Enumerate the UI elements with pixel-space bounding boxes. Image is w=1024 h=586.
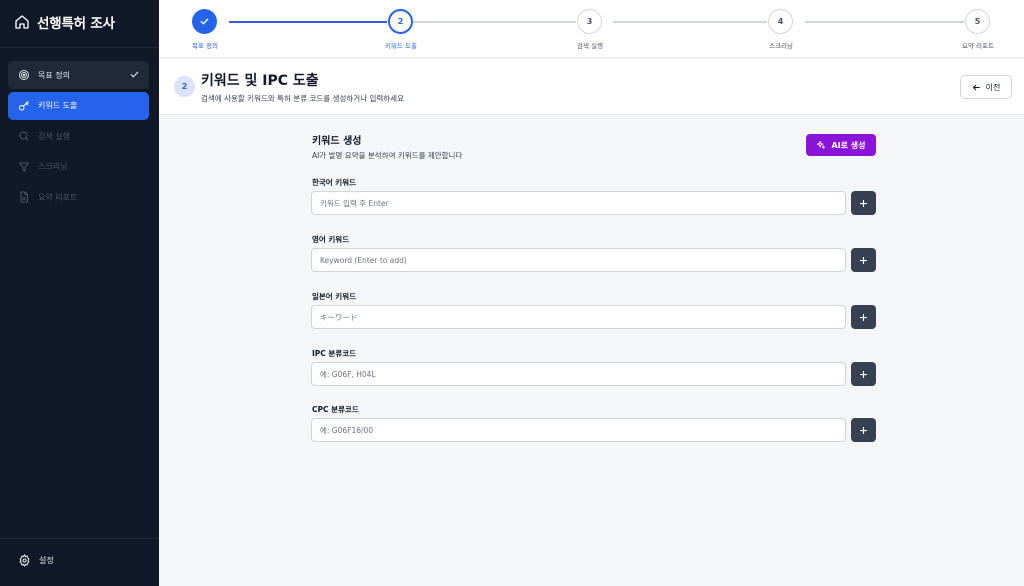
sidebar-item-label: 스크리닝 bbox=[38, 162, 68, 171]
back-button[interactable]: 이전 bbox=[960, 75, 1012, 99]
filter-icon bbox=[19, 162, 29, 171]
sidebar-item-label: 검색 실행 bbox=[38, 131, 70, 141]
sidebar-divider bbox=[0, 47, 159, 48]
sidebar: 선행특허 조사 목표 정의 키워드 도출 검색 실행 스크리닝 요약 리포트 설… bbox=[0, 0, 159, 586]
page-title: 키워드 및 IPC 도출 bbox=[201, 73, 319, 89]
check-icon bbox=[200, 18, 209, 25]
target-icon bbox=[19, 70, 29, 80]
step-3-circle[interactable]: 3 bbox=[577, 9, 602, 34]
field-label: IPC 분류코드 bbox=[312, 349, 357, 358]
step-number-badge: 2 bbox=[174, 76, 195, 97]
field-label: CPC 분류코드 bbox=[312, 405, 359, 414]
step-2-label: 키워드 도출 bbox=[385, 42, 417, 50]
cpc-code-input[interactable] bbox=[311, 418, 846, 442]
field-label: 영어 키워드 bbox=[312, 235, 350, 244]
progress-stepper: 2 3 4 5 목표 정의 키워드 도출 검색 실행 스크리닝 요약 리포트 bbox=[159, 0, 1024, 58]
step-5-circle[interactable]: 5 bbox=[965, 9, 990, 34]
step-1-label: 목표 정의 bbox=[192, 42, 218, 50]
sidebar-item-goal[interactable]: 목표 정의 bbox=[8, 61, 149, 89]
sidebar-item-search[interactable]: 검색 실행 bbox=[8, 122, 149, 150]
arrow-left-icon bbox=[972, 84, 980, 90]
sidebar-item-report[interactable]: 요약 리포트 bbox=[8, 183, 149, 211]
plus-icon bbox=[859, 370, 868, 378]
step-connector bbox=[229, 21, 387, 23]
step-3-label: 검색 실행 bbox=[577, 42, 603, 50]
sidebar-item-label: 키워드 도출 bbox=[38, 101, 78, 110]
settings-button[interactable]: 설정 bbox=[18, 554, 54, 567]
add-cpc-code-button[interactable] bbox=[851, 418, 876, 442]
add-japanese-keyword-button[interactable] bbox=[851, 305, 876, 329]
search-icon bbox=[19, 131, 29, 141]
add-korean-keyword-button[interactable] bbox=[851, 191, 876, 215]
document-icon bbox=[20, 191, 28, 203]
step-connector bbox=[805, 21, 964, 23]
step-connector bbox=[413, 21, 576, 23]
ipc-code-input[interactable] bbox=[311, 362, 846, 386]
add-ipc-code-button[interactable] bbox=[851, 362, 876, 386]
page-subtitle: 검색에 사용할 키워드와 특허 분류 코드를 생성하거나 입력하세요 bbox=[201, 94, 404, 103]
brand[interactable]: 선행특허 조사 bbox=[14, 12, 115, 32]
form-title: 키워드 생성 bbox=[312, 136, 362, 147]
plus-icon bbox=[859, 199, 868, 207]
back-button-label: 이전 bbox=[985, 82, 1001, 92]
ai-generate-label: AI로 생성 bbox=[831, 140, 866, 150]
japanese-keyword-input[interactable] bbox=[311, 305, 846, 329]
check-icon bbox=[130, 71, 139, 78]
sidebar-divider bbox=[0, 538, 159, 539]
form-subtitle: AI가 발명 요약을 분석하여 키워드를 제안합니다 bbox=[312, 151, 463, 160]
sidebar-item-keywords[interactable]: 키워드 도출 bbox=[8, 91, 149, 120]
sidebar-nav: 목표 정의 키워드 도출 검색 실행 스크리닝 요약 리포트 bbox=[8, 61, 149, 214]
field-label: 일본어 키워드 bbox=[312, 292, 357, 301]
sidebar-item-screening[interactable]: 스크리닝 bbox=[8, 153, 149, 181]
field-label: 한국어 키워드 bbox=[312, 178, 357, 187]
step-2-circle[interactable]: 2 bbox=[388, 9, 413, 34]
plus-icon bbox=[859, 313, 868, 321]
home-icon bbox=[15, 15, 29, 29]
key-icon bbox=[19, 100, 29, 110]
plus-icon bbox=[859, 256, 868, 264]
step-1-circle[interactable] bbox=[192, 9, 217, 34]
plus-icon bbox=[859, 426, 868, 434]
step-4-circle[interactable]: 4 bbox=[768, 9, 793, 34]
step-connector bbox=[613, 21, 767, 23]
add-english-keyword-button[interactable] bbox=[851, 248, 876, 272]
gear-icon bbox=[19, 554, 30, 567]
sidebar-item-label: 목표 정의 bbox=[38, 70, 70, 80]
page-header: 2 키워드 및 IPC 도출 검색에 사용할 키워드와 특허 분류 코드를 생성… bbox=[159, 59, 1024, 115]
ai-generate-button[interactable]: AI로 생성 bbox=[806, 134, 876, 156]
app-title: 선행특허 조사 bbox=[37, 16, 115, 32]
settings-label: 설정 bbox=[39, 556, 54, 565]
sidebar-item-label: 요약 리포트 bbox=[38, 192, 78, 202]
english-keyword-input[interactable] bbox=[311, 248, 846, 272]
sparkle-icon bbox=[817, 140, 826, 149]
step-4-label: 스크리닝 bbox=[769, 42, 793, 50]
step-5-label: 요약 리포트 bbox=[962, 42, 994, 50]
korean-keyword-input[interactable] bbox=[311, 191, 846, 215]
